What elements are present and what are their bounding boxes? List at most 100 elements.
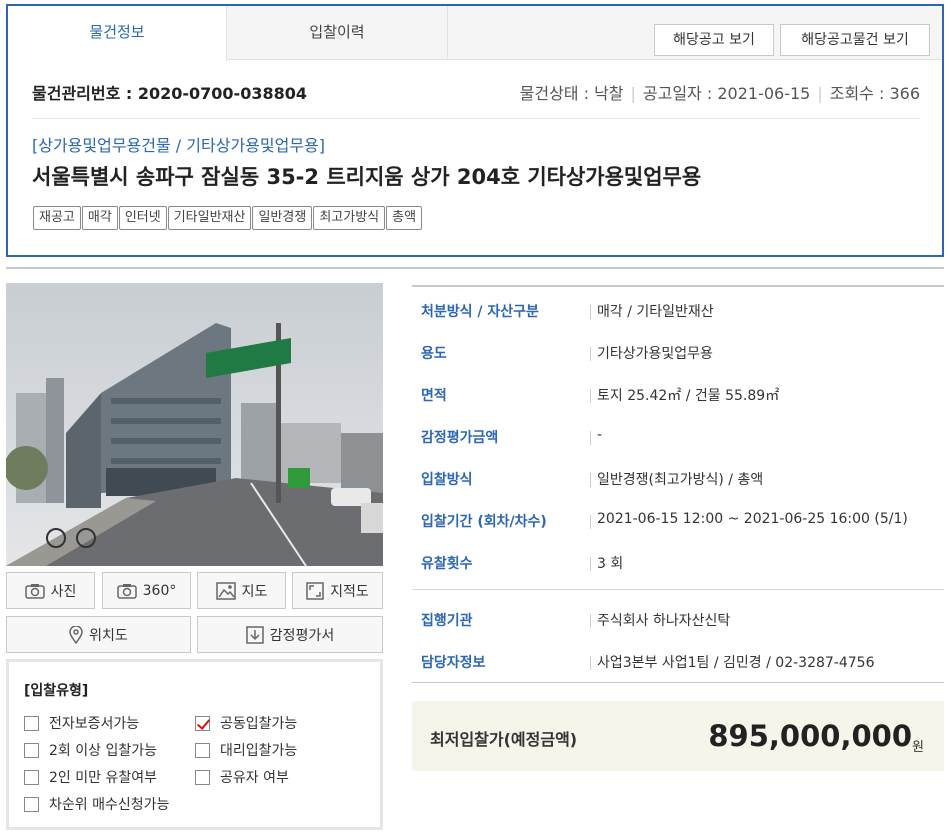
info-value: 사업3본부 사업1팀 / 김민경 / 02-3287-4756	[597, 655, 875, 671]
info-row-area: 면적 토지 25.42㎡ / 건물 55.89㎡	[412, 373, 944, 415]
location-pin-icon	[69, 625, 83, 644]
management-number: 물건관리번호 : 2020-0700-038804	[32, 84, 307, 103]
tab-bid-history[interactable]: 입찰이력	[227, 6, 448, 60]
tab-bar: 물건정보 입찰이력 해당공고 보기 해당공고물건 보기	[8, 6, 942, 61]
info-label: 입찰방식	[421, 472, 473, 488]
checkbox[interactable]	[195, 742, 210, 758]
checkbox[interactable]	[24, 769, 39, 785]
divider	[590, 347, 591, 361]
camera-icon	[24, 583, 45, 599]
meta-row: 물건관리번호 : 2020-0700-038804 물건상태 : 낙찰 | 공고일자…	[32, 80, 920, 106]
divider	[590, 656, 591, 670]
item-title: 서울특별시 송파구 잠실동 35-2 트리지움 상가 204호 기타상가용및업무…	[32, 165, 702, 189]
info-row-contact: 담당자정보 사업3본부 사업1팀 / 김민경 / 02-3287-4756	[412, 640, 944, 682]
checkbox[interactable]	[195, 769, 210, 785]
info-label: 입찰기간 (회차/차수)	[421, 514, 547, 530]
info-label: 처분방식 / 자산구분	[421, 304, 539, 320]
badge: 총액	[386, 206, 423, 230]
bid-option-label: 차순위 매수신청가능	[49, 797, 170, 813]
divider	[590, 473, 591, 487]
photo-button-label: 사진	[50, 583, 77, 600]
checkbox[interactable]	[24, 742, 39, 758]
badge: 매각	[81, 206, 118, 230]
view-360-button-label: 360°	[142, 582, 177, 599]
info-row-appraisal: 감정평가금액 -	[412, 415, 944, 457]
item-info-table: 처분방식 / 자산구분 매각 / 기타일반재산 용도 기타상가용및업무용 면적 …	[412, 285, 944, 681]
bid-option-co-owner[interactable]: 공유자 여부	[195, 767, 289, 787]
info-value: 토지 25.42㎡ / 건물 55.89㎡	[597, 388, 780, 404]
badge: 기타일반재산	[167, 206, 252, 230]
info-row-usage: 용도 기타상가용및업무용	[412, 331, 944, 373]
camera-icon	[116, 583, 137, 599]
info-value: 기타상가용및업무용	[597, 346, 713, 362]
divider	[412, 589, 944, 590]
bid-option-multiple-bid[interactable]: 2회 이상 입찰가능	[24, 740, 157, 760]
badge-list: 재공고 매각 인터넷 기타일반재산 일반경쟁 최고가방식 총액	[33, 206, 423, 230]
bid-option-label: 2인 미만 유찰여부	[49, 770, 157, 786]
badge: 인터넷	[118, 206, 167, 230]
cadastral-map-button-label: 지적도	[330, 583, 369, 600]
checkbox[interactable]	[24, 715, 39, 731]
view-notice-button[interactable]: 해당공고 보기	[654, 24, 774, 56]
badge: 일반경쟁	[252, 206, 313, 230]
info-label: 감정평가금액	[421, 430, 499, 446]
minimum-bid-price-label: 최저입찰가(예정금액)	[430, 730, 578, 749]
bid-option-e-guarantee[interactable]: 전자보증서가능	[24, 713, 139, 733]
info-label: 용도	[421, 346, 447, 362]
meta-info: 물건상태 : 낙찰 | 공고일자 : 2021-06-15 | 조회수 : 366	[520, 80, 920, 104]
minimum-bid-price-value: 895,000,000	[708, 719, 912, 753]
info-row-failed-count: 유찰횟수 3 회	[412, 541, 944, 583]
image-icon	[215, 581, 236, 600]
notice-date: 공고일자 : 2021-06-15	[642, 84, 811, 103]
info-row-agency: 집행기관 주식회사 하나자산신탁	[412, 598, 944, 640]
price-unit: 원	[912, 740, 924, 755]
badge: 재공고	[33, 206, 81, 230]
location-map-button[interactable]: 위치도	[6, 616, 191, 653]
photo-button[interactable]: 사진	[6, 572, 95, 609]
item-category: [상가용및업무용건물 / 기타상가용및업무용]	[32, 136, 326, 155]
bid-option-label: 대리입찰가능	[220, 743, 298, 759]
item-header-panel: 물건정보 입찰이력 해당공고 보기 해당공고물건 보기 물건관리번호 : 202…	[6, 4, 944, 257]
bid-option-proxy-bid[interactable]: 대리입찰가능	[195, 740, 297, 760]
minimum-bid-price-box: 최저입찰가(예정금액) 895,000,000 원	[412, 701, 944, 771]
info-label: 집행기관	[421, 613, 473, 629]
map-button-label: 지도	[241, 583, 268, 600]
divider	[590, 305, 591, 319]
info-value: 3 회	[597, 556, 624, 572]
info-value: 매각 / 기타일반재산	[597, 304, 714, 320]
divider	[590, 431, 591, 445]
item-photo[interactable]	[6, 283, 383, 566]
info-row-bid-period: 입찰기간 (회차/차수) 2021-06-15 12:00 ~ 2021-06-…	[412, 499, 944, 541]
view-notice-items-button[interactable]: 해당공고물건 보기	[780, 24, 930, 56]
street-view-image	[6, 283, 383, 566]
map-button[interactable]: 지도	[197, 572, 286, 609]
download-icon	[246, 625, 264, 644]
item-status: 물건상태 : 낙찰	[519, 84, 624, 103]
cadastral-map-button[interactable]: 지적도	[292, 572, 383, 609]
divider	[590, 389, 591, 403]
view-count: 조회수 : 366	[829, 84, 920, 103]
section-divider	[6, 267, 944, 269]
divider: |	[630, 84, 636, 103]
bid-option-second-buyer[interactable]: 차순위 매수신청가능	[24, 794, 169, 814]
bid-option-label: 2회 이상 입찰가능	[49, 743, 157, 759]
appraisal-report-button[interactable]: 감정평가서	[197, 616, 383, 653]
info-value: 일반경쟁(최고가방식) / 총액	[597, 472, 764, 488]
bid-option-label: 전자보증서가능	[49, 716, 140, 732]
bid-option-label: 공유자 여부	[220, 770, 289, 786]
info-label: 담당자정보	[421, 655, 486, 671]
divider	[590, 614, 591, 628]
info-value: 주식회사 하나자산신탁	[597, 613, 731, 629]
divider	[412, 682, 944, 683]
bid-option-min-bidders[interactable]: 2인 미만 유찰여부	[24, 767, 157, 787]
divider	[32, 118, 920, 119]
view-360-button[interactable]: 360°	[102, 572, 191, 609]
expand-icon	[306, 581, 324, 600]
checkbox[interactable]	[195, 715, 210, 731]
appraisal-report-button-label: 감정평가서	[269, 627, 335, 644]
checkbox[interactable]	[24, 796, 39, 812]
bid-option-joint-bid[interactable]: 공동입찰가능	[195, 713, 297, 733]
info-value: 2021-06-15 12:00 ~ 2021-06-25 16:00 (5/1…	[597, 511, 908, 527]
tab-item-info[interactable]: 물건정보	[8, 6, 227, 61]
info-label: 유찰횟수	[421, 556, 473, 572]
